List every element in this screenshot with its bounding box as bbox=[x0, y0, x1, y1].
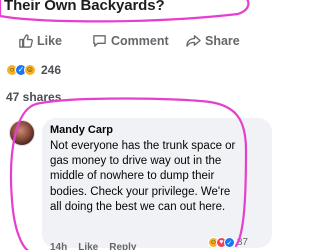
like-button[interactable]: Like bbox=[18, 33, 62, 48]
like-label: Like bbox=[37, 33, 63, 48]
comment-button[interactable]: Comment bbox=[92, 33, 169, 48]
comment-reactions[interactable]: ☺ ♥ ✓ 87 bbox=[207, 237, 248, 248]
share-label: Share bbox=[205, 33, 240, 48]
post-title-row: Their Own Backyards? bbox=[0, 0, 250, 20]
share-arrow-icon bbox=[186, 33, 201, 48]
avatar[interactable] bbox=[9, 120, 35, 146]
post-reactions[interactable]: ○ ✓ ☺ 246 bbox=[6, 63, 61, 77]
reaction-count: 246 bbox=[41, 63, 62, 77]
post-action-bar: Like Comment Share bbox=[0, 28, 250, 58]
post-title: Their Own Backyards? bbox=[4, 0, 165, 14]
comment-meta: 14h Like Reply bbox=[50, 242, 136, 250]
comment-text: Not everyone has the trunk space or gas … bbox=[50, 140, 236, 213]
share-button[interactable]: Share bbox=[186, 33, 240, 48]
comment-icon bbox=[92, 33, 107, 48]
shares-count[interactable]: 47 shares bbox=[6, 90, 61, 104]
haha-reaction-icon: ☺ bbox=[24, 64, 36, 76]
comment-author[interactable]: Mandy Carp bbox=[50, 124, 113, 136]
comment-time[interactable]: 14h bbox=[50, 242, 67, 250]
thumbs-up-icon bbox=[18, 33, 33, 48]
like-reaction-icon: ✓ bbox=[223, 237, 235, 248]
comment-reaction-count: 87 bbox=[236, 237, 248, 248]
comment-reply-button[interactable]: Reply bbox=[109, 242, 136, 250]
comment-like-button[interactable]: Like bbox=[78, 242, 98, 250]
comment-label: Comment bbox=[111, 33, 169, 48]
